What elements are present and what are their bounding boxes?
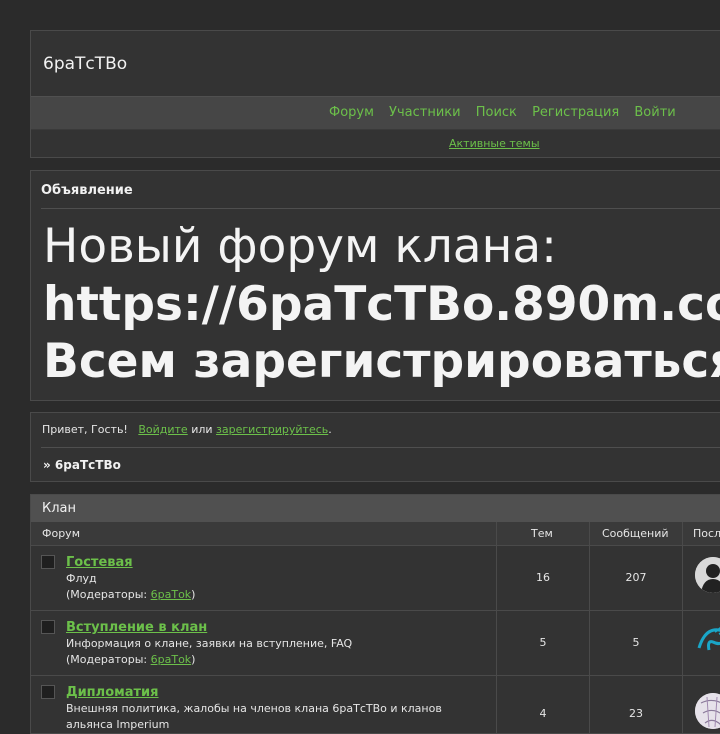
main-navbar: Форум Участники Поиск Регистрация Войти [31,96,720,130]
forum-row-diplomacy: Дипломатия Внешняя политика, жалобы на ч… [31,675,720,733]
welcome-text: Привет, Гость! Войдите или зарегистрируй… [42,423,332,436]
announcement-line-3: Всем зарегистрироваться [43,334,720,389]
post-count: 207 [625,571,647,584]
forum-category-table: Клан Форум Тем Сообщений Посл Гостевая Ф… [30,494,720,734]
forum-link[interactable]: Вступление в клан [66,620,207,635]
category-title[interactable]: Клан [42,501,76,516]
nav-register-link[interactable]: Регистрация [532,105,619,120]
forum-description: Флуд [66,572,97,585]
silhouette-avatar-icon[interactable] [695,557,720,593]
forum-status-icon [41,555,55,569]
dragon-avatar-icon[interactable] [695,622,720,658]
forum-moderators: (Модераторы: 6раТоk) [66,588,195,601]
col-last-post: Посл [693,527,720,540]
or-text: или [191,423,213,436]
announcement-line-2: https://6раТсТВо.890m.com [43,277,720,332]
forum-link[interactable]: Гостевая [66,555,133,570]
active-topics-link[interactable]: Активные темы [449,137,540,150]
forum-link[interactable]: Дипломатия [66,685,159,700]
column-headers: Форум Тем Сообщений Посл [31,522,720,546]
end-punct: . [328,423,332,436]
divider [41,447,720,448]
moderator-link[interactable]: 6раТоk [151,653,192,666]
forum-status-icon [41,620,55,634]
forum-description: Внешняя политика, жалобы на членов клана… [66,702,442,715]
sketch-avatar-icon[interactable] [695,693,720,729]
mods-prefix: (Модераторы: [66,653,151,666]
mods-prefix: (Модераторы: [66,588,151,601]
announcement-line-1: Новый форум клана: [43,219,557,274]
nav-members-link[interactable]: Участники [389,105,461,120]
forum-description: Информация о клане, заявки на вступление… [66,637,353,650]
col-forum: Форум [42,527,80,540]
nav-forum-link[interactable]: Форум [329,105,374,120]
forum-row-guestbook: Гостевая Флуд (Модераторы: 6раТоk) 16 20… [31,545,720,611]
topic-count: 4 [539,707,547,720]
nav-login-link[interactable]: Войти [634,105,675,120]
login-link[interactable]: Войдите [138,423,187,436]
category-header: Клан [31,495,720,522]
topic-count: 5 [539,636,547,649]
mods-suffix: ) [191,653,196,666]
nav-search-link[interactable]: Поиск [476,105,517,120]
register-link[interactable]: зарегистрируйтесь [216,423,328,436]
nav-links: Форум Участники Поиск Регистрация Войти [329,105,687,120]
post-count: 23 [629,707,643,720]
breadcrumb[interactable]: » 6раТсТВо [43,458,121,472]
forum-moderators: (Модераторы: 6раТоk) [66,653,195,666]
col-topics: Тем [531,527,553,540]
topic-count: 16 [536,571,550,584]
mods-suffix: ) [191,588,196,601]
site-title[interactable]: 6раТсТВо [43,54,127,74]
moderator-link[interactable]: 6раТоk [151,588,192,601]
post-count: 5 [632,636,640,649]
welcome-panel: Привет, Гость! Войдите или зарегистрируй… [30,412,720,482]
divider [41,208,720,209]
col-posts: Сообщений [602,527,669,540]
forum-status-icon [41,685,55,699]
announcement-title: Объявление [41,183,133,198]
greeting-text: Привет, Гость! [42,423,128,436]
header-panel: 6раТсТВо Форум Участники Поиск Регистрац… [30,30,720,158]
announcement-panel: Объявление Новый форум клана: https://6р… [30,170,720,401]
forum-row-joining: Вступление в клан Информация о клане, за… [31,610,720,676]
